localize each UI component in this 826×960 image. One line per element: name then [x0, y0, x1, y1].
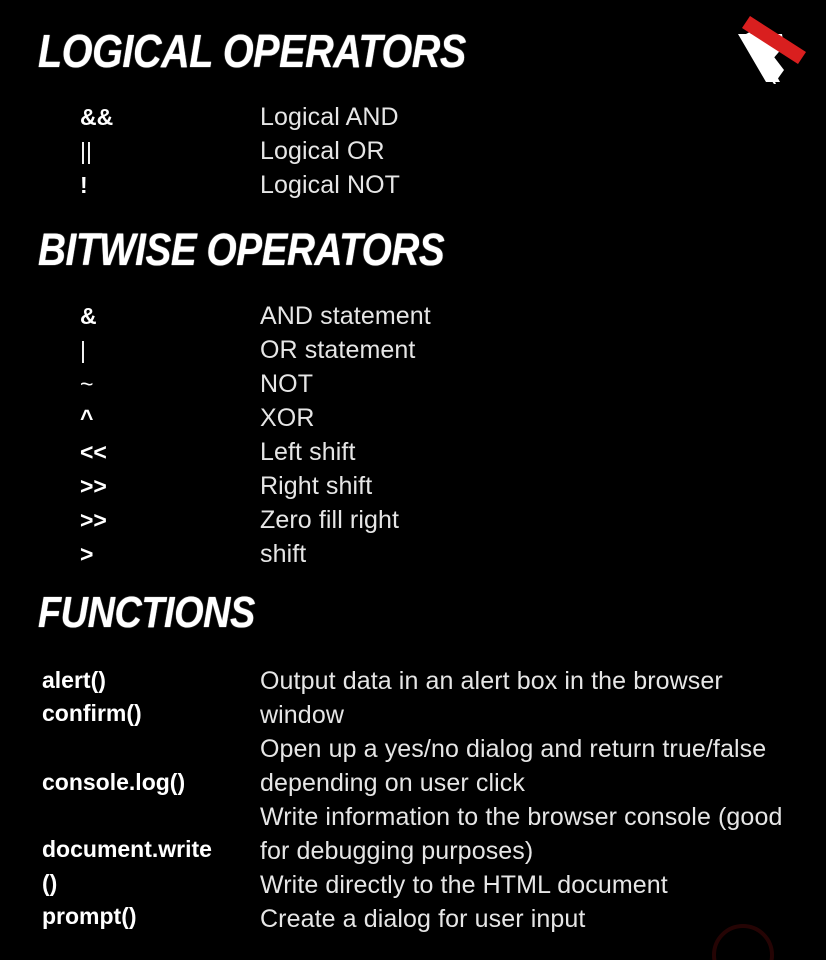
function-name: () [42, 870, 58, 896]
function-description-line: depending on user click [260, 769, 525, 797]
operator-description: Left shift [260, 438, 356, 466]
table-row: | OR statement [0, 334, 826, 368]
table-row: ! Logical NOT [0, 169, 826, 203]
table-row: ^ XOR [0, 402, 826, 436]
table-row: << Left shift [0, 436, 826, 470]
operator-symbol: && [80, 104, 114, 130]
operator-symbol: || [80, 138, 92, 164]
bitwise-operators-list: & AND statement | OR statement ~ NOT ^ X… [0, 300, 826, 572]
function-name: prompt() [42, 903, 137, 929]
function-description-line: Create a dialog for user input [260, 905, 586, 933]
table-row: >> Right shift [0, 470, 826, 504]
operator-symbol: & [80, 303, 97, 329]
operator-symbol: > [80, 541, 94, 567]
operator-description: Logical AND [260, 103, 399, 131]
section-heading-bitwise-operators: BITWISE OPERATORS [38, 224, 445, 275]
function-name: alert() [42, 667, 106, 693]
function-name: confirm() [42, 700, 142, 726]
table-row: & AND statement [0, 300, 826, 334]
operator-description: shift [260, 540, 307, 568]
function-description-line: window [260, 701, 344, 729]
operator-symbol: << [80, 439, 107, 465]
cheatsheet-page: LOGICAL OPERATORS && Logical AND || Logi… [0, 0, 826, 960]
operator-description: Zero fill right [260, 506, 400, 534]
function-name: console.log() [42, 769, 186, 795]
function-description-line: Open up a yes/no dialog and return true/… [260, 735, 767, 763]
operator-description: Logical OR [260, 137, 385, 165]
operator-symbol: >> [80, 507, 107, 533]
section-heading-logical-operators: LOGICAL OPERATORS [38, 25, 466, 77]
logical-operators-list: && Logical AND || Logical OR ! Logical N… [0, 101, 826, 203]
function-name: document.write [42, 836, 212, 862]
operator-description: OR statement [260, 336, 416, 364]
brand-logo-icon [738, 16, 806, 84]
brand-logo [736, 8, 814, 92]
section-heading-functions: FUNCTIONS [38, 588, 255, 637]
function-description-line: Write information to the browser console… [260, 803, 783, 831]
table-row: >> Zero fill right [0, 504, 826, 538]
operator-symbol: | [80, 337, 86, 363]
operator-description: Logical NOT [260, 171, 401, 199]
corner-watermark-icon [712, 924, 774, 960]
operator-symbol: ! [80, 172, 88, 198]
operator-symbol: ^ [80, 405, 94, 431]
function-description-line: Output data in an alert box in the brows… [260, 667, 723, 695]
operator-description: Right shift [260, 472, 373, 500]
function-description-line: Write directly to the HTML document [260, 871, 668, 899]
table-row: || Logical OR [0, 135, 826, 169]
operator-symbol: >> [80, 473, 107, 499]
operator-symbol: ~ [80, 371, 94, 397]
operator-description: NOT [260, 370, 314, 398]
operator-description: AND statement [260, 302, 431, 330]
table-row: ~ NOT [0, 368, 826, 402]
operator-description: XOR [260, 404, 315, 432]
function-description-line: for debugging purposes) [260, 837, 534, 865]
table-row: > shift [0, 538, 826, 572]
table-row: && Logical AND [0, 101, 826, 135]
